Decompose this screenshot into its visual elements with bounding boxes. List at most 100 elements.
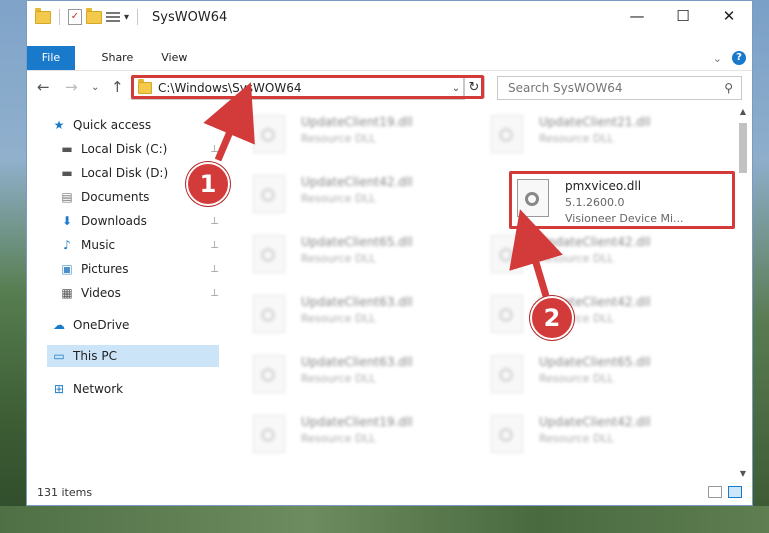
- sidebar-item-quick-access[interactable]: ★ Quick access: [51, 114, 221, 136]
- tab-view[interactable]: View: [147, 46, 201, 70]
- pin-icon[interactable]: ⊥: [210, 240, 219, 251]
- sidebar-item-label: Downloads: [81, 214, 147, 228]
- file-name: UpdateClient42.dll: [539, 235, 651, 249]
- file-type: Resource DLL: [539, 132, 614, 145]
- sidebar-item-downloads[interactable]: ⬇ Downloads ⊥: [59, 210, 219, 232]
- view-switcher: [708, 486, 742, 498]
- sidebar-item-label: This PC: [73, 349, 117, 363]
- sidebar-item-label: Network: [73, 382, 124, 396]
- tab-share[interactable]: Share: [87, 46, 147, 70]
- close-button[interactable]: ✕: [706, 1, 752, 31]
- sidebar-item-label: Local Disk (D:): [81, 166, 169, 180]
- file-item[interactable]: UpdateClient19.dll Resource DLL: [247, 405, 477, 459]
- file-name: UpdateClient63.dll: [301, 295, 413, 309]
- file-name: UpdateClient21.dll: [539, 115, 651, 129]
- back-arrow-icon[interactable]: ←: [37, 78, 50, 96]
- pin-icon[interactable]: ⊥: [210, 288, 219, 299]
- tab-file[interactable]: File: [27, 46, 75, 70]
- folder-icon: [35, 7, 51, 24]
- sidebar-item-label: Documents: [81, 190, 150, 204]
- navigation-bar: ← → ⌄ ↑ C:\Windows\SysWOW64 ⌄ ↻ ⚲: [27, 73, 752, 103]
- navigation-pane: ★ Quick access ▬ Local Disk (C:) ⊥ ▬ Loc…: [27, 111, 219, 481]
- sidebar-item-local-disk-c[interactable]: ▬ Local Disk (C:) ⊥: [59, 138, 219, 160]
- drive-icon: ▬: [61, 142, 73, 156]
- recent-locations-chevron-icon[interactable]: ⌄: [91, 82, 99, 93]
- file-explorer-window: ✓ ▾ SysWOW64 — ☐ ✕ File Home Share View …: [26, 0, 753, 506]
- sidebar-item-label: Quick access: [73, 118, 152, 132]
- file-type: Resource DLL: [301, 252, 376, 265]
- ribbon-expand-icon[interactable]: ⌄: [713, 52, 722, 65]
- file-item[interactable]: UpdateClient42.dll Resource DLL: [247, 165, 477, 219]
- dll-file-icon: [491, 415, 523, 453]
- dll-file-icon: [253, 295, 285, 333]
- dll-file-icon: [253, 355, 285, 393]
- details-view-icon[interactable]: [708, 486, 722, 498]
- dll-file-icon: [253, 115, 285, 153]
- sidebar-item-label: Pictures: [81, 262, 129, 276]
- desktop-wallpaper-right: [753, 0, 769, 533]
- properties-list-icon[interactable]: [106, 10, 120, 24]
- toolbar-dropdown-icon[interactable]: ▾: [124, 12, 129, 23]
- search-box[interactable]: ⚲: [497, 76, 742, 100]
- sidebar-item-onedrive[interactable]: ☁ OneDrive: [51, 314, 221, 336]
- quick-access-toolbar: ✓ ▾: [35, 7, 142, 25]
- pc-icon: ▭: [53, 349, 65, 363]
- cloud-icon: ☁: [53, 318, 65, 332]
- minimize-button[interactable]: —: [614, 1, 660, 31]
- file-item[interactable]: UpdateClient42.dll Resource DLL: [485, 285, 715, 339]
- file-item[interactable]: UpdateClient19.dll Resource DLL: [247, 105, 477, 159]
- sidebar-item-music[interactable]: ♪ Music ⊥: [59, 234, 219, 256]
- step-2-badge: 2: [530, 296, 574, 340]
- pictures-icon: ▣: [61, 262, 73, 276]
- file-type: Resource DLL: [301, 132, 376, 145]
- documents-icon: ▤: [61, 190, 73, 204]
- pin-icon[interactable]: ⊥: [210, 264, 219, 275]
- maximize-button[interactable]: ☐: [660, 1, 706, 31]
- drive-icon: ▬: [61, 166, 73, 180]
- new-folder-icon[interactable]: [86, 7, 102, 24]
- file-type: Resource DLL: [539, 252, 614, 265]
- file-item[interactable]: UpdateClient63.dll Resource DLL: [247, 285, 477, 339]
- sidebar-item-network[interactable]: ⊞ Network: [51, 378, 221, 400]
- dll-file-icon: [491, 235, 523, 273]
- search-input[interactable]: [506, 80, 725, 96]
- file-item[interactable]: UpdateClient65.dll Resource DLL: [247, 225, 477, 279]
- file-type: Resource DLL: [301, 372, 376, 385]
- scroll-up-icon[interactable]: ▲: [736, 107, 750, 119]
- file-type: Resource DLL: [301, 192, 376, 205]
- file-type: Resource DLL: [301, 312, 376, 325]
- file-list: UpdateClient19.dll Resource DLL UpdateCl…: [239, 105, 735, 479]
- sidebar-item-label: Music: [81, 238, 116, 252]
- file-item[interactable]: UpdateClient42.dll Resource DLL: [485, 405, 715, 459]
- ribbon-tabs: File Home Share View ⌄ ?: [27, 46, 752, 71]
- file-name: UpdateClient42.dll: [539, 415, 651, 429]
- dll-file-icon: [253, 235, 285, 273]
- dll-file-icon: [491, 115, 523, 153]
- vertical-scrollbar[interactable]: ▲ ▼: [736, 107, 750, 481]
- file-item[interactable]: UpdateClient65.dll Resource DLL: [485, 345, 715, 399]
- dll-file-icon: [491, 295, 523, 333]
- file-name: UpdateClient42.dll: [301, 175, 413, 189]
- status-bar: 131 items: [27, 479, 752, 505]
- sidebar-item-this-pc[interactable]: ▭ This PC: [47, 345, 219, 367]
- up-arrow-icon[interactable]: ↑: [111, 78, 124, 96]
- toolbar-separator: [59, 9, 60, 25]
- download-icon: ⬇: [61, 214, 73, 228]
- sidebar-item-pictures[interactable]: ▣ Pictures ⊥: [59, 258, 219, 280]
- pin-icon[interactable]: ⊥: [210, 144, 219, 155]
- search-icon[interactable]: ⚲: [724, 81, 733, 95]
- pin-icon[interactable]: ⊥: [210, 216, 219, 227]
- help-icon[interactable]: ?: [732, 51, 746, 65]
- file-name: UpdateClient63.dll: [301, 355, 413, 369]
- properties-check-icon[interactable]: ✓: [68, 9, 82, 25]
- sidebar-item-label: Local Disk (C:): [81, 142, 168, 156]
- sidebar-item-videos[interactable]: ▦ Videos ⊥: [59, 282, 219, 304]
- dll-file-icon: [253, 415, 285, 453]
- scrollbar-thumb[interactable]: [739, 123, 747, 173]
- file-item[interactable]: UpdateClient21.dll Resource DLL: [485, 105, 715, 159]
- tiles-view-icon[interactable]: [728, 486, 742, 498]
- file-item[interactable]: UpdateClient42.dll Resource DLL: [485, 225, 715, 279]
- forward-arrow-icon[interactable]: →: [65, 78, 78, 96]
- window-controls: — ☐ ✕: [614, 1, 752, 31]
- file-item[interactable]: UpdateClient63.dll Resource DLL: [247, 345, 477, 399]
